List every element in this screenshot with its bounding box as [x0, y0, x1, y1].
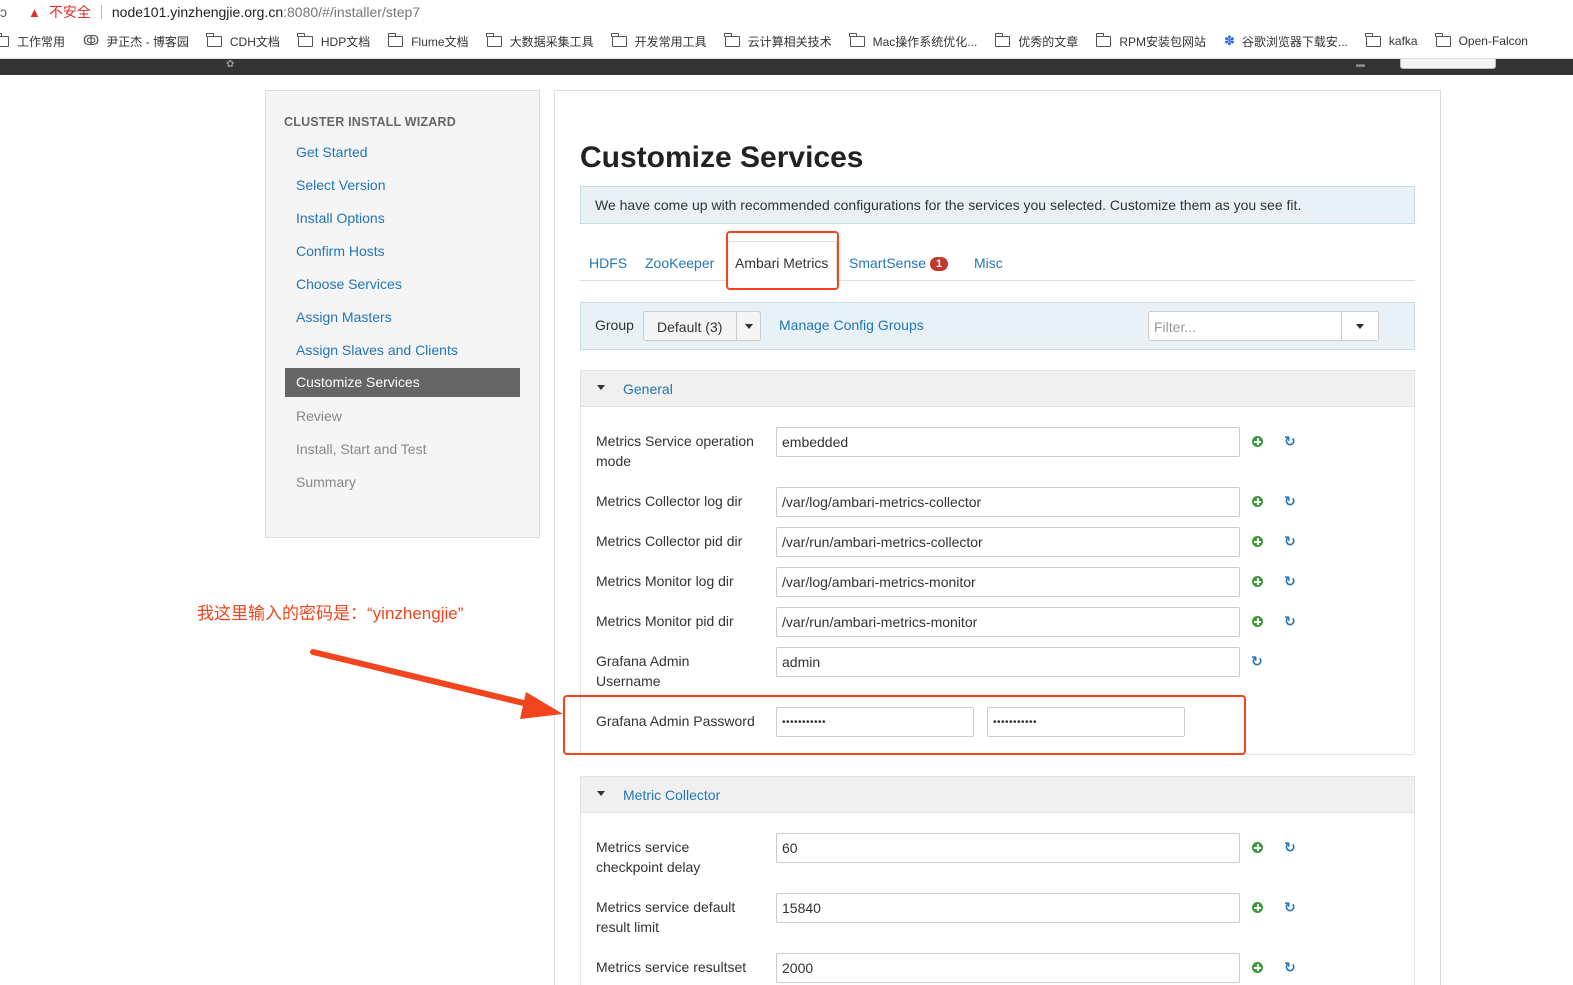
arrow-shaft [310, 649, 543, 710]
arrow-head [520, 692, 563, 719]
annotation-arrow [310, 649, 563, 719]
